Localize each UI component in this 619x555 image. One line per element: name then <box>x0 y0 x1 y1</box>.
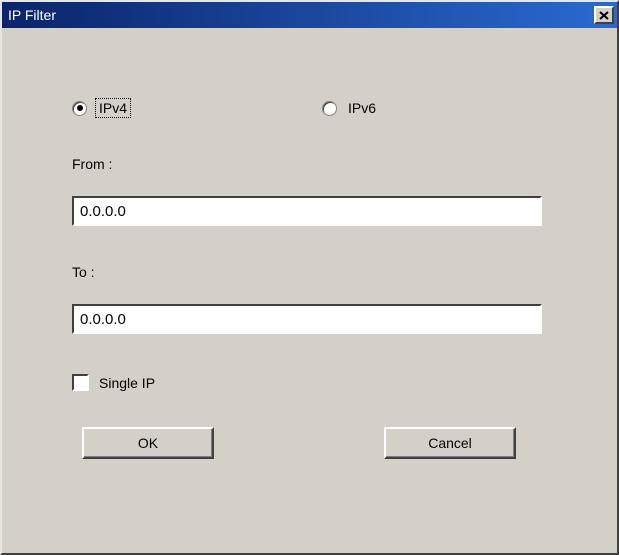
ip-version-radio-group: IPv4 IPv6 <box>72 98 547 118</box>
radio-icon <box>322 101 337 116</box>
dialog-buttons: OK Cancel <box>72 427 547 459</box>
from-ip-input[interactable] <box>72 196 542 226</box>
radio-selected-dot-icon <box>77 105 83 111</box>
ipv6-radio-label: IPv6 <box>345 99 379 117</box>
from-label: From : <box>72 156 547 172</box>
client-area: IPv4 IPv6 From : To : Single IP OK Cance… <box>2 28 617 553</box>
checkbox-icon <box>72 374 89 391</box>
ipv4-radio[interactable]: IPv4 <box>72 98 322 118</box>
titlebar: IP Filter <box>2 2 617 28</box>
to-ip-input[interactable] <box>72 304 542 334</box>
ok-button[interactable]: OK <box>82 427 214 459</box>
window-title: IP Filter <box>8 7 56 23</box>
single-ip-checkbox[interactable]: Single IP <box>72 374 547 391</box>
close-icon <box>599 11 609 20</box>
radio-icon <box>72 101 87 116</box>
ipv6-radio[interactable]: IPv6 <box>322 98 379 118</box>
single-ip-label: Single IP <box>99 375 155 391</box>
close-button[interactable] <box>594 6 614 24</box>
ip-filter-dialog: IP Filter IPv4 IPv6 From : To : <box>0 0 619 555</box>
ipv4-radio-label: IPv4 <box>95 98 131 118</box>
to-label: To : <box>72 264 547 280</box>
cancel-button[interactable]: Cancel <box>384 427 516 459</box>
